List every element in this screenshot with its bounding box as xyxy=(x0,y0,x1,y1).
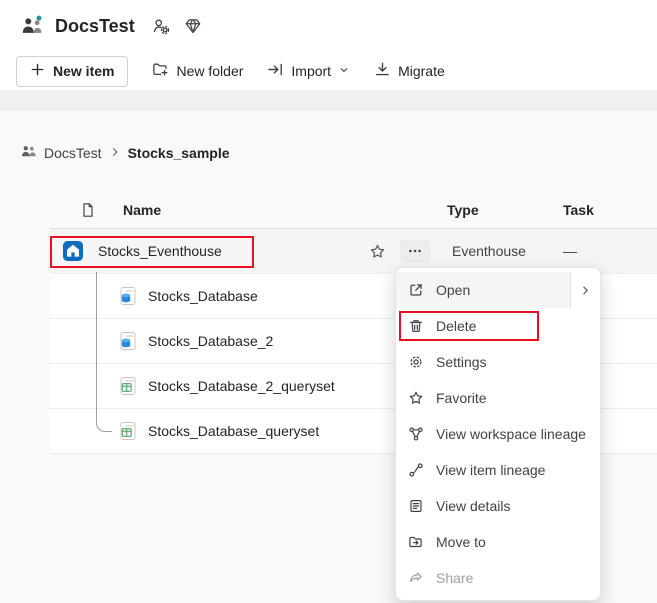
breadcrumb: DocsTest Stocks_sample xyxy=(20,143,230,163)
star-icon xyxy=(408,390,424,406)
menu-item-label: Share xyxy=(436,570,474,586)
favorite-star-icon[interactable] xyxy=(368,243,386,261)
new-item-label: New item xyxy=(53,63,115,79)
menu-item-open[interactable]: Open xyxy=(396,272,600,308)
item-lineage-icon xyxy=(408,462,424,478)
workspace-icon xyxy=(20,143,37,163)
table-header: Name Type Task xyxy=(50,193,657,229)
workspace-settings-icon[interactable] xyxy=(151,16,171,36)
item-name[interactable]: Stocks_Database xyxy=(148,288,258,304)
gear-icon xyxy=(408,354,424,370)
menu-item-view-workspace-lineage[interactable]: View workspace lineage xyxy=(396,416,600,452)
menu-item-favorite[interactable]: Favorite xyxy=(396,380,600,416)
kql-queryset-icon xyxy=(118,421,138,444)
item-name[interactable]: Stocks_Eventhouse xyxy=(98,243,222,259)
workspace-logo xyxy=(18,13,46,39)
kql-queryset-icon xyxy=(118,376,138,399)
move-to-icon xyxy=(408,534,424,550)
column-header-type[interactable]: Type xyxy=(447,202,479,218)
view-details-icon xyxy=(408,498,424,514)
item-type: Eventhouse xyxy=(452,243,526,259)
document-type-column-icon xyxy=(80,202,96,221)
menu-item-label: Settings xyxy=(436,354,487,370)
eventhouse-icon xyxy=(62,240,84,265)
column-header-task[interactable]: Task xyxy=(563,202,594,218)
new-folder-icon xyxy=(152,61,169,81)
import-label: Import xyxy=(291,63,332,79)
column-header-name[interactable]: Name xyxy=(123,202,161,218)
menu-item-settings[interactable]: Settings xyxy=(396,344,600,380)
new-item-button[interactable]: New item xyxy=(16,55,129,87)
menu-item-label: Delete xyxy=(436,318,477,334)
section-divider xyxy=(0,90,657,111)
submenu-chevron-icon[interactable] xyxy=(570,272,600,308)
import-icon xyxy=(267,61,284,81)
open-icon xyxy=(408,282,424,298)
kql-database-icon xyxy=(118,286,138,309)
workspace-page: DocsTest New item New folder Import Migr… xyxy=(0,0,657,603)
plus-icon xyxy=(30,62,45,80)
chevron-right-icon xyxy=(109,145,121,161)
trash-icon xyxy=(408,318,424,334)
menu-item-label: View details xyxy=(436,498,511,514)
menu-item-label: Favorite xyxy=(436,390,487,406)
menu-item-share[interactable]: Share xyxy=(396,560,600,596)
toolbar: New item New folder Import Migrate xyxy=(0,52,657,90)
workspace-lineage-icon xyxy=(408,426,424,442)
new-folder-button[interactable]: New folder xyxy=(152,61,243,81)
migrate-label: Migrate xyxy=(398,63,445,79)
page-title: DocsTest xyxy=(55,15,135,36)
menu-item-delete[interactable]: Delete xyxy=(396,308,600,344)
breadcrumb-current-folder[interactable]: Stocks_sample xyxy=(128,145,230,161)
kql-database-icon xyxy=(118,331,138,354)
item-task: — xyxy=(563,243,577,259)
more-options-icon[interactable] xyxy=(400,240,430,262)
app-header: DocsTest xyxy=(0,0,657,52)
menu-item-view-item-lineage[interactable]: View item lineage xyxy=(396,452,600,488)
item-name[interactable]: Stocks_Database_2 xyxy=(148,333,273,349)
breadcrumb-workspace-link[interactable]: DocsTest xyxy=(44,145,102,161)
menu-item-view-details[interactable]: View details xyxy=(396,488,600,524)
menu-item-label: View item lineage xyxy=(436,462,546,478)
menu-item-label: View workspace lineage xyxy=(436,426,586,442)
item-name[interactable]: Stocks_Database_2_queryset xyxy=(148,378,335,394)
share-icon xyxy=(408,570,424,586)
context-menu: Open Delete Settings Favorite View works… xyxy=(395,267,601,601)
menu-item-label: Open xyxy=(436,282,471,298)
chevron-down-icon xyxy=(338,63,350,79)
menu-item-move-to[interactable]: Move to xyxy=(396,524,600,560)
trial-diamond-icon[interactable] xyxy=(183,16,203,36)
migrate-icon xyxy=(374,61,391,81)
menu-item-label: Move to xyxy=(436,534,486,550)
new-folder-label: New folder xyxy=(176,63,244,79)
migrate-button[interactable]: Migrate xyxy=(374,61,445,81)
import-button[interactable]: Import xyxy=(267,61,350,81)
item-name[interactable]: Stocks_Database_queryset xyxy=(148,423,319,439)
